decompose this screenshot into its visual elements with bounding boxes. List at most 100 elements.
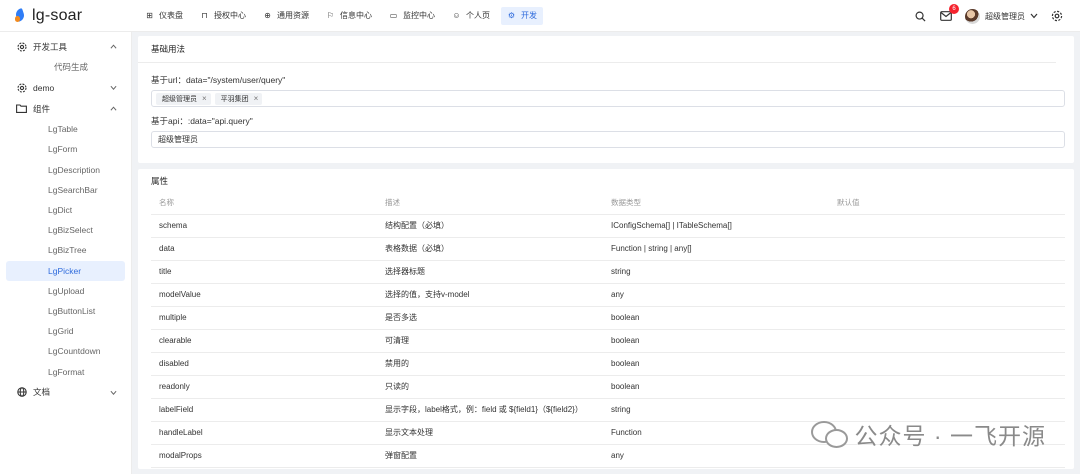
watermark: 公众号 · 一飞开源 [810, 417, 1046, 451]
sidebar-item-code-gen[interactable]: 代码生成 [6, 57, 125, 77]
avatar [965, 8, 980, 24]
sidebar-item-label: LgBizTree [48, 245, 87, 256]
sidebar-item-lgsearchbar[interactable]: LgSearchBar [6, 180, 125, 200]
table-cell: disabled [151, 352, 377, 376]
table-cell: labelField [151, 398, 377, 422]
table-cell [829, 306, 1065, 330]
settings-gear-icon[interactable] [1050, 9, 1064, 23]
components-list: LgTable LgForm LgDescription LgSearchBar LgD… [0, 119, 131, 381]
table-header-row: 名称 描述 数据类型 默认值 [151, 192, 1065, 215]
table-row: schema 结构配置（必填） IConfigSchema[] | ITableSc… [151, 214, 1065, 238]
table-row: readonly 只读的 boolean [151, 375, 1065, 399]
table-cell: 可清理 [377, 329, 603, 353]
topnav-label: 通用资源 [277, 11, 309, 20]
sidebar-item-label: LgDict [48, 205, 73, 216]
table-row: disabled 禁用的 boolean [151, 352, 1065, 376]
table-cell: 结构配置（必填） [377, 214, 603, 238]
sidebar-item-lgdescription[interactable]: LgDescription [6, 160, 125, 180]
table-cell: data [151, 237, 377, 261]
sidebar-group-label: 组件 [33, 103, 51, 114]
topnav-item[interactable]: ⊓ 授权中心 [194, 7, 252, 25]
table-cell: string [603, 260, 829, 284]
sidebar-item-lgbiztree[interactable]: LgBizTree [6, 240, 125, 260]
sidebar-group-docs[interactable]: 文档 [0, 382, 131, 403]
table-cell [829, 329, 1065, 353]
top-header: lg-soar ⊞ 仪表盘 ⊓ 授权中心 ⊕ 通用资源 ⚐ 信息中心 ▭ 监控中心 ☺ 个人页 ⚙ 开发 … [0, 0, 1080, 32]
chevron-up-icon [110, 44, 117, 49]
table-row: data 表格数据（必填） Function | string | any[] [151, 237, 1065, 261]
table-cell: 弹窗配置 [377, 444, 603, 468]
chevron-up-icon [110, 106, 117, 111]
sidebar-item-lgbizselect[interactable]: LgBizSelect [6, 220, 125, 240]
topnav-item[interactable]: ⚐ 信息中心 [320, 7, 378, 25]
table-cell: 禁用的 [377, 352, 603, 376]
topnav-label: 仪表盘 [159, 11, 183, 20]
sidebar-item-lgbuttonlist[interactable]: LgButtonList [6, 301, 125, 321]
main-content: 基础用法 基于url：data="/system/user/query" 超级管… [132, 32, 1080, 474]
app-name: lg-soar [32, 6, 83, 24]
sidebar: 开发工具 代码生成 demo 组件 LgTable LgForm LgDescrip… [0, 32, 132, 474]
table-cell: Function [603, 421, 829, 445]
sidebar-item-label: 代码生成 [54, 62, 89, 73]
table-cell: handleLabel [151, 421, 377, 445]
sidebar-item-lgupload[interactable]: LgUpload [6, 281, 125, 301]
url-picker-select[interactable]: 超级管理员 × 平羽集团 × [151, 90, 1065, 107]
sidebar-item-lgcountdown[interactable]: LgCountdown [6, 341, 125, 361]
table-cell: string [603, 398, 829, 422]
topnav-item[interactable]: ⊕ 通用资源 [257, 7, 315, 25]
sidebar-item-label: LgBizSelect [48, 225, 93, 236]
sidebar-item-lgform[interactable]: LgForm [6, 139, 125, 159]
gear-icon [16, 82, 27, 93]
close-icon[interactable]: × [202, 94, 207, 103]
app-logo[interactable]: lg-soar [0, 7, 132, 25]
sidebar-group-label: demo [33, 82, 55, 93]
gear-icon [16, 41, 27, 52]
search-icon[interactable] [913, 9, 927, 23]
table-cell: 显示字段，label格式，例：field 或 ${field1}（${field… [377, 398, 603, 422]
table-cell [829, 260, 1065, 284]
table-cell [829, 375, 1065, 399]
watermark-text: 公众号 · 一飞开源 [854, 423, 1046, 449]
folder-icon [16, 103, 27, 114]
header-actions: 6 超级管理员 [913, 0, 1064, 32]
tag-label: 平羽集团 [220, 95, 249, 103]
api-picker-value: 超级管理员 [158, 135, 198, 144]
sidebar-item-lggrid[interactable]: LgGrid [6, 321, 125, 341]
card-title: 基础用法 [138, 36, 1056, 63]
user-icon: ☺ [452, 10, 461, 20]
sidebar-item-label: LgCountdown [48, 346, 101, 357]
selected-tag: 平羽集团 × [214, 92, 263, 105]
topnav-label: 授权中心 [214, 11, 246, 20]
sidebar-item-label: LgTable [48, 124, 78, 135]
top-nav: ⊞ 仪表盘 ⊓ 授权中心 ⊕ 通用资源 ⚐ 信息中心 ▭ 监控中心 ☺ 个人页 ⚙ 开发 [139, 6, 543, 25]
tag-label: 超级管理员 [162, 95, 197, 103]
api-picker-input[interactable]: 超级管理员 [151, 131, 1065, 148]
sidebar-item-lgpicker[interactable]: LgPicker [6, 260, 125, 281]
column-header: 数据类型 [603, 192, 829, 215]
topnav-item[interactable]: ☺ 个人页 [446, 7, 496, 25]
table-cell [829, 214, 1065, 238]
globe-icon [16, 387, 27, 398]
table-cell: clearable [151, 329, 377, 353]
sidebar-item-label: LgPicker [48, 265, 82, 276]
topnav-item[interactable]: ▭ 监控中心 [383, 7, 441, 25]
close-icon[interactable]: × [254, 94, 259, 103]
table-cell [829, 237, 1065, 261]
topnav-item[interactable]: ⊞ 仪表盘 [139, 7, 189, 25]
sidebar-item-lgformat[interactable]: LgFormat [6, 361, 125, 381]
sidebar-item-lgdict[interactable]: LgDict [6, 200, 125, 220]
topnav-item[interactable]: ⚙ 开发 [501, 6, 543, 25]
topnav-label: 开发 [521, 11, 537, 20]
sidebar-group-demo[interactable]: demo [0, 77, 131, 98]
sidebar-group-dev-tools[interactable]: 开发工具 [0, 36, 131, 57]
selected-tag: 超级管理员 × [156, 92, 211, 105]
sidebar-group-label: 文档 [33, 387, 51, 398]
logo-icon [14, 8, 27, 23]
table-row: multiple 是否多选 boolean [151, 306, 1065, 330]
sidebar-group-components[interactable]: 组件 [0, 98, 131, 119]
notification-icon[interactable]: 6 [939, 4, 959, 23]
table-cell [829, 283, 1065, 307]
table-cell: modalProps [151, 444, 377, 468]
user-menu[interactable]: 超级管理员 [965, 8, 1038, 24]
sidebar-item-lgtable[interactable]: LgTable [6, 119, 125, 139]
